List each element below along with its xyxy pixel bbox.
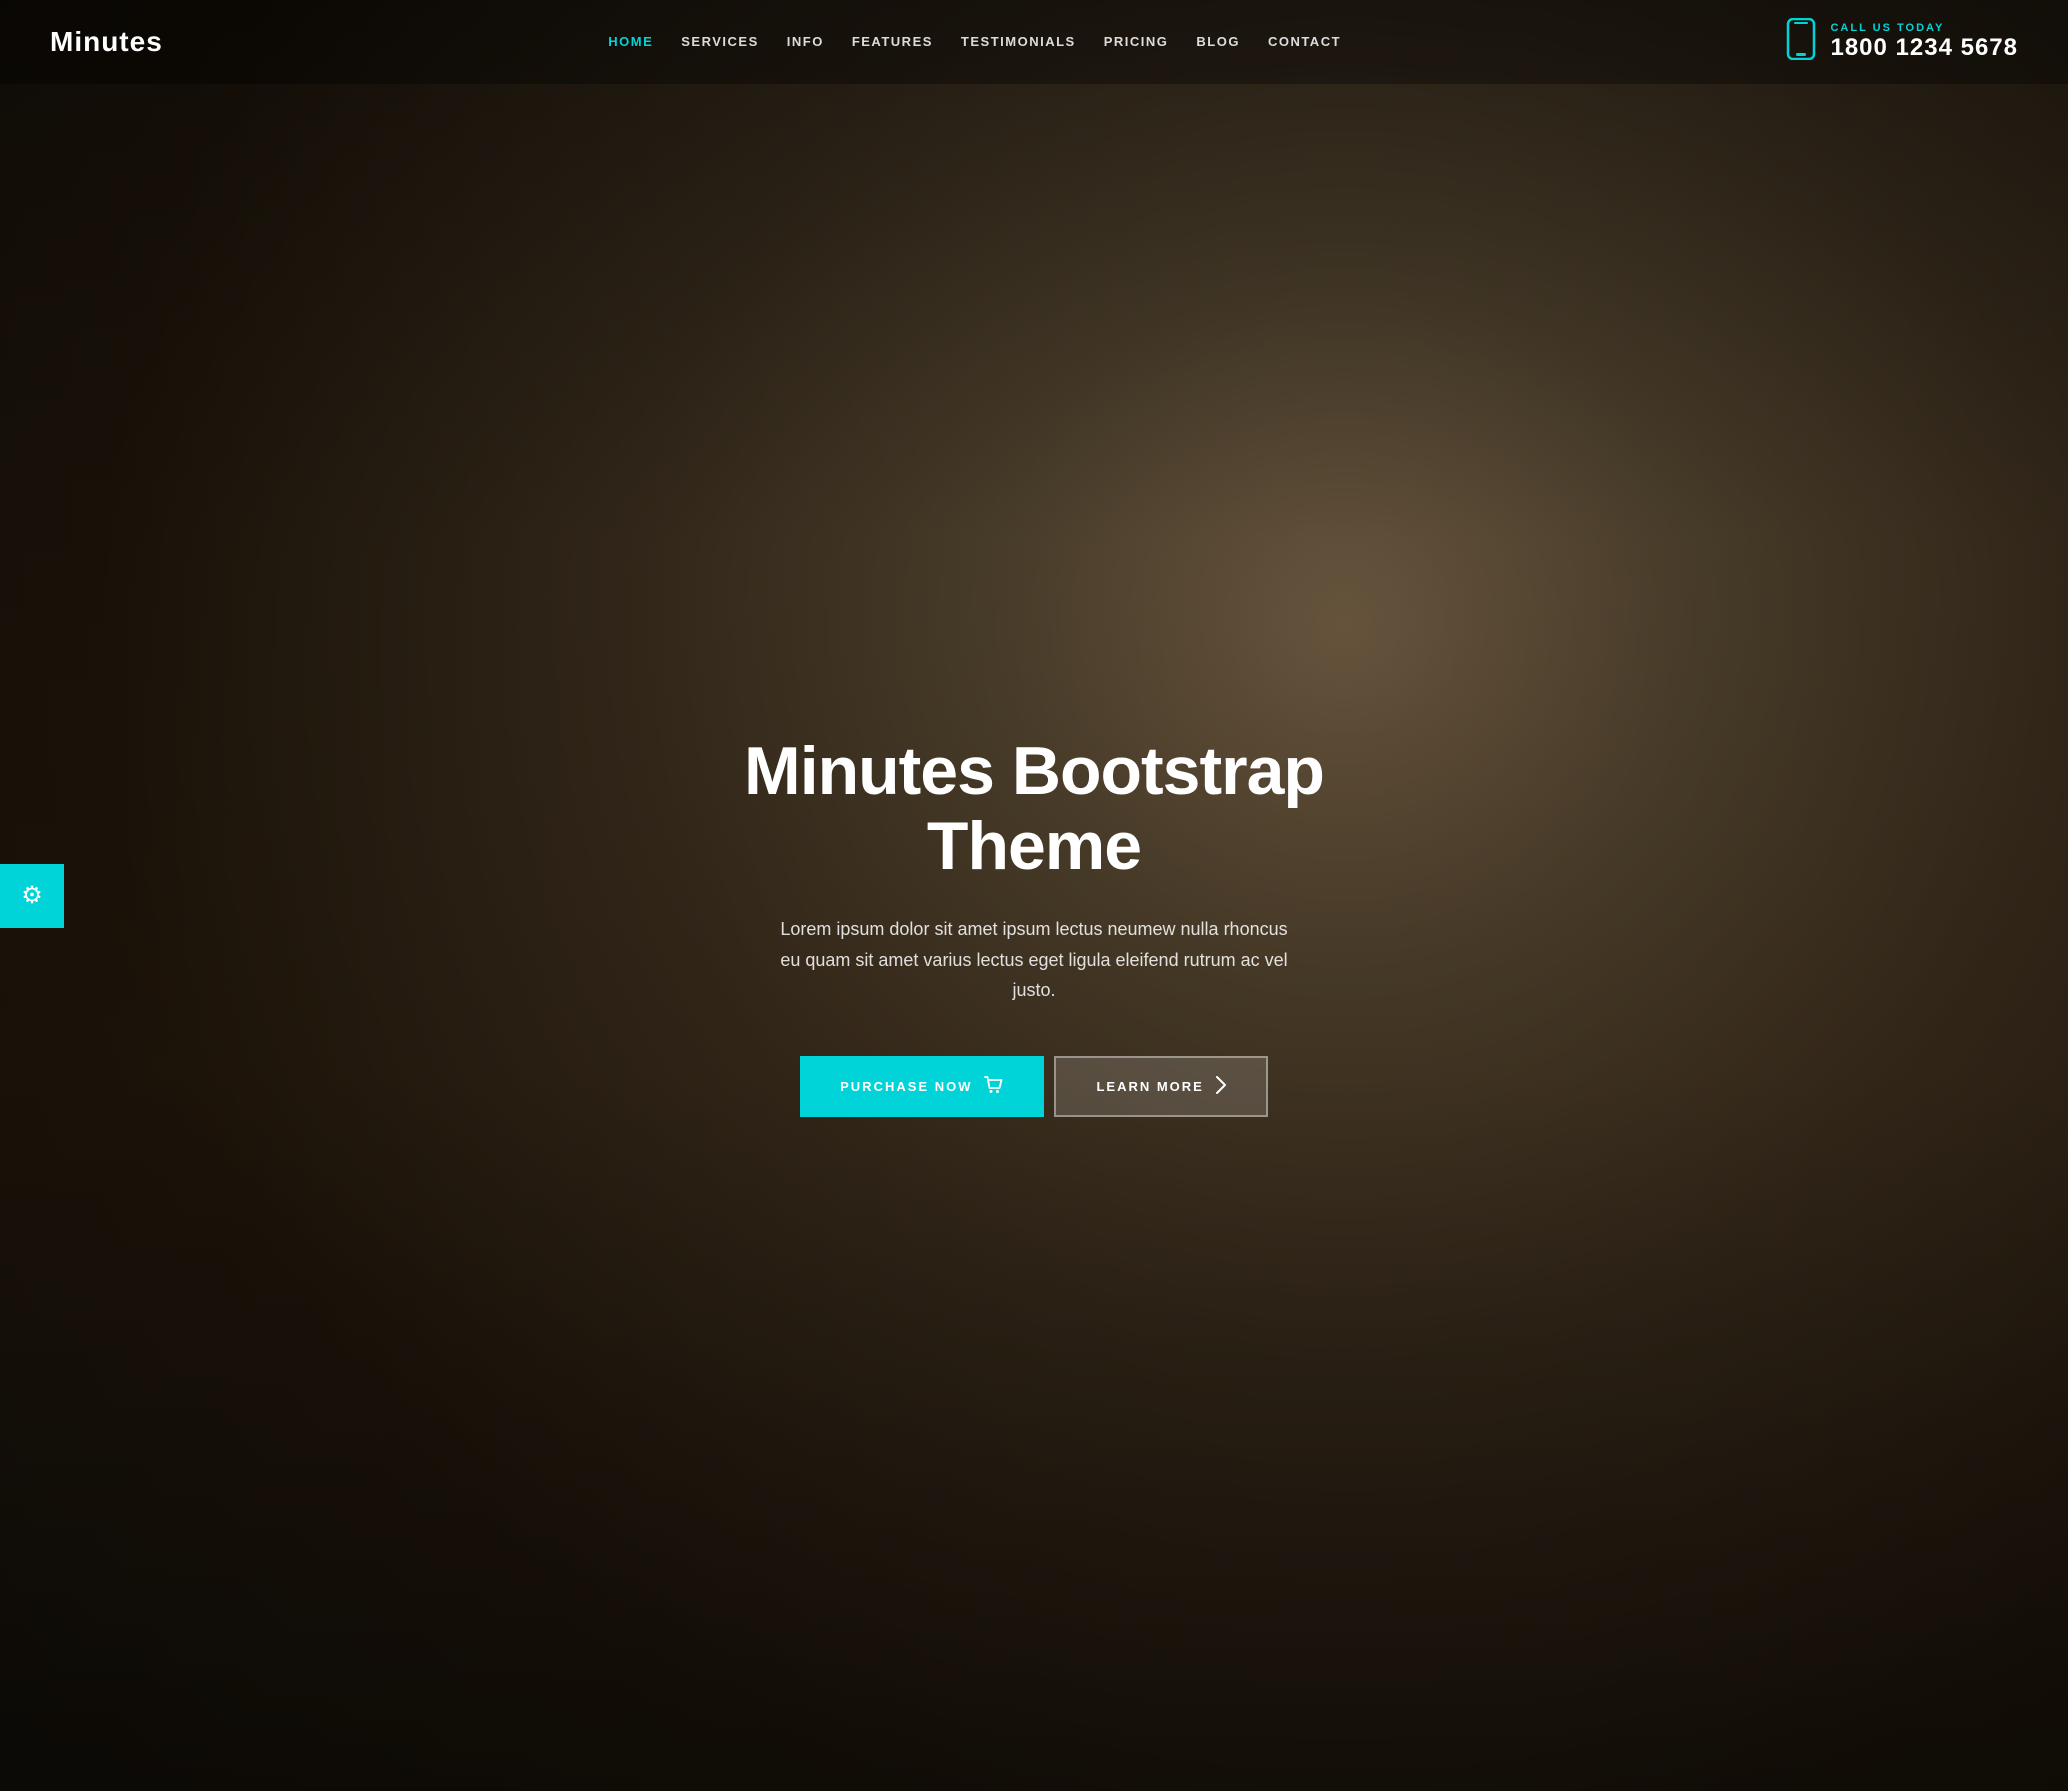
- hero-subtitle: Lorem ipsum dolor sit amet ipsum lectus …: [774, 914, 1294, 1006]
- nav-item-info[interactable]: INFO: [787, 34, 824, 49]
- nav-item-features[interactable]: FEATURES: [852, 34, 933, 49]
- call-label: CALL US TODAY: [1830, 22, 2018, 34]
- nav-item-home[interactable]: HOME: [608, 34, 653, 49]
- contact-text: CALL US TODAY 1800 1234 5678: [1830, 22, 2018, 63]
- site-logo[interactable]: Minutes: [50, 26, 163, 58]
- hero-content: Minutes Bootstrap Theme Lorem ipsum dolo…: [684, 734, 1384, 1116]
- hero-title: Minutes Bootstrap Theme: [714, 734, 1354, 884]
- purchase-now-button[interactable]: PURCHASE NOW: [800, 1056, 1044, 1117]
- nav-item-pricing[interactable]: PRICING: [1104, 34, 1169, 49]
- nav-item-blog[interactable]: BLOG: [1196, 34, 1240, 49]
- phone-number: 1800 1234 5678: [1830, 34, 2018, 63]
- contact-info: CALL US TODAY 1800 1234 5678: [1786, 18, 2018, 66]
- site-header: Minutes HOME SERVICES INFO FEATURES TESTIMON…: [0, 0, 2068, 84]
- nav-item-testimonials[interactable]: TESTIMONIALS: [961, 34, 1076, 49]
- nav-item-contact[interactable]: CONTACT: [1268, 34, 1341, 49]
- gear-icon: ⚙: [21, 881, 43, 910]
- phone-icon: [1786, 18, 1816, 66]
- nav-item-services[interactable]: SERVICES: [681, 34, 759, 49]
- chevron-right-icon: [1216, 1076, 1226, 1097]
- main-nav: HOME SERVICES INFO FEATURES TESTIMONIALS PRIC…: [608, 33, 1341, 51]
- hero-buttons: PURCHASE NOW LEARN MORE: [714, 1056, 1354, 1117]
- learn-more-button[interactable]: LEARN MORE: [1054, 1056, 1267, 1117]
- purchase-label: PURCHASE NOW: [840, 1079, 972, 1094]
- learn-more-label: LEARN MORE: [1096, 1079, 1203, 1094]
- cart-icon: [984, 1076, 1004, 1097]
- settings-button[interactable]: ⚙: [0, 864, 64, 928]
- hero-section: Minutes Bootstrap Theme Lorem ipsum dolo…: [0, 0, 2068, 1791]
